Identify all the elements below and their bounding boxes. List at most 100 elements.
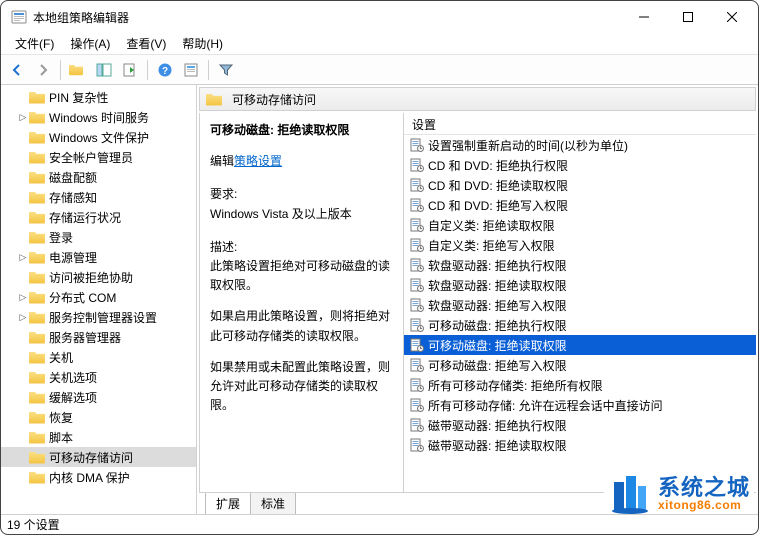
settings-column-header[interactable]: 设置 bbox=[404, 113, 756, 135]
policy-icon bbox=[410, 338, 424, 352]
policy-icon bbox=[410, 178, 424, 192]
description-p3: 如果禁用或未配置此策略设置，则允许对此可移动存储类的读取权限。 bbox=[210, 358, 393, 416]
tree-item[interactable]: 关机 bbox=[1, 347, 196, 367]
policy-item[interactable]: 软盘驱动器: 拒绝执行权限 bbox=[404, 255, 756, 275]
tree-item[interactable]: 磁盘配额 bbox=[1, 167, 196, 187]
expand-icon[interactable]: ▷ bbox=[17, 252, 29, 263]
folder-icon bbox=[29, 211, 45, 224]
tree-item-label: 服务器管理器 bbox=[49, 329, 121, 346]
pane-header-title: 可移动存储访问 bbox=[232, 91, 316, 108]
policy-item[interactable]: 自定义类: 拒绝写入权限 bbox=[404, 235, 756, 255]
policy-icon bbox=[410, 278, 424, 292]
tree-item[interactable]: 服务器管理器 bbox=[1, 327, 196, 347]
policy-label: 设置强制重新启动的时间(以秒为单位) bbox=[428, 137, 628, 154]
close-button[interactable] bbox=[710, 2, 754, 32]
tree-item[interactable]: PIN 复杂性 bbox=[1, 87, 196, 107]
tree-item[interactable]: ▷分布式 COM bbox=[1, 287, 196, 307]
policy-item[interactable]: 所有可移动存储类: 拒绝所有权限 bbox=[404, 375, 756, 395]
policy-item[interactable]: 设置强制重新启动的时间(以秒为单位) bbox=[404, 135, 756, 155]
policy-item[interactable]: 可移动磁盘: 拒绝执行权限 bbox=[404, 315, 756, 335]
tree-item-label: Windows 文件保护 bbox=[49, 129, 149, 146]
tree-item[interactable]: 访问被拒绝协助 bbox=[1, 267, 196, 287]
policy-item[interactable]: CD 和 DVD: 拒绝读取权限 bbox=[404, 175, 756, 195]
settings-list[interactable]: 设置强制重新启动的时间(以秒为单位)CD 和 DVD: 拒绝执行权限CD 和 D… bbox=[404, 135, 756, 492]
folder-icon bbox=[29, 271, 45, 284]
tree-item-label: 内核 DMA 保护 bbox=[49, 469, 130, 486]
tree-item-label: 恢复 bbox=[49, 409, 73, 426]
folder-icon bbox=[29, 371, 45, 384]
policy-icon bbox=[410, 298, 424, 312]
policy-item[interactable]: 自定义类: 拒绝读取权限 bbox=[404, 215, 756, 235]
menu-file[interactable]: 文件(F) bbox=[7, 33, 62, 54]
policy-label: 磁带驱动器: 拒绝执行权限 bbox=[428, 417, 567, 434]
policy-label: 所有可移动存储类: 拒绝所有权限 bbox=[428, 377, 603, 394]
tree-item[interactable]: ▷电源管理 bbox=[1, 247, 196, 267]
back-button[interactable] bbox=[5, 58, 29, 82]
tree-item[interactable]: 关机选项 bbox=[1, 367, 196, 387]
policy-icon bbox=[410, 398, 424, 412]
export-button[interactable] bbox=[118, 58, 142, 82]
policy-item[interactable]: 可移动磁盘: 拒绝读取权限 bbox=[404, 335, 756, 355]
help-button[interactable]: ? bbox=[153, 58, 177, 82]
watermark-text: 系统之城 bbox=[658, 477, 750, 499]
tree-item-label: 安全帐户管理员 bbox=[49, 149, 133, 166]
tree-item[interactable]: 缓解选项 bbox=[1, 387, 196, 407]
forward-button[interactable] bbox=[31, 58, 55, 82]
description-p2: 如果启用此策略设置，则将拒绝对此可移动存储类的读取权限。 bbox=[210, 307, 393, 345]
tree-item[interactable]: ▷Windows 时间服务 bbox=[1, 107, 196, 127]
up-button[interactable] bbox=[66, 58, 90, 82]
show-hide-tree-button[interactable] bbox=[92, 58, 116, 82]
policy-item[interactable]: CD 和 DVD: 拒绝写入权限 bbox=[404, 195, 756, 215]
policy-label: 所有可移动存储: 允许在远程会话中直接访问 bbox=[428, 397, 663, 414]
policy-item[interactable]: 软盘驱动器: 拒绝写入权限 bbox=[404, 295, 756, 315]
tree-item[interactable]: 可移动存储访问 bbox=[1, 447, 196, 467]
status-bar: 19 个设置 bbox=[1, 514, 758, 534]
folder-icon bbox=[29, 191, 45, 204]
policy-item[interactable]: 软盘驱动器: 拒绝读取权限 bbox=[404, 275, 756, 295]
tab-extended[interactable]: 扩展 bbox=[205, 493, 251, 514]
description-pane: 可移动磁盘: 拒绝读取权限 编辑策略设置 要求: Windows Vista 及… bbox=[200, 113, 404, 492]
tree-item[interactable]: 脚本 bbox=[1, 427, 196, 447]
folder-icon bbox=[29, 151, 45, 164]
policy-item[interactable]: CD 和 DVD: 拒绝执行权限 bbox=[404, 155, 756, 175]
policy-icon bbox=[410, 218, 424, 232]
expand-icon[interactable]: ▷ bbox=[17, 112, 29, 123]
filter-button[interactable] bbox=[214, 58, 238, 82]
menu-view[interactable]: 查看(V) bbox=[118, 33, 174, 54]
tree-item-label: 存储运行状况 bbox=[49, 209, 121, 226]
minimize-button[interactable] bbox=[622, 2, 666, 32]
expand-icon[interactable]: ▷ bbox=[17, 292, 29, 303]
policy-title: 可移动磁盘: 拒绝读取权限 bbox=[210, 121, 393, 140]
menu-action[interactable]: 操作(A) bbox=[62, 33, 118, 54]
tree-item[interactable]: 恢复 bbox=[1, 407, 196, 427]
policy-item[interactable]: 磁带驱动器: 拒绝执行权限 bbox=[404, 415, 756, 435]
folder-icon bbox=[29, 291, 45, 304]
expand-icon[interactable]: ▷ bbox=[17, 312, 29, 323]
tree-item[interactable]: ▷服务控制管理器设置 bbox=[1, 307, 196, 327]
tree-item-label: 登录 bbox=[49, 229, 73, 246]
policy-item[interactable]: 可移动磁盘: 拒绝写入权限 bbox=[404, 355, 756, 375]
policy-icon bbox=[410, 238, 424, 252]
tab-standard[interactable]: 标准 bbox=[250, 493, 296, 514]
folder-icon bbox=[29, 231, 45, 244]
tree-item[interactable]: 存储运行状况 bbox=[1, 207, 196, 227]
tree-item[interactable]: 存储感知 bbox=[1, 187, 196, 207]
status-text: 19 个设置 bbox=[7, 516, 60, 533]
tree-item[interactable]: 内核 DMA 保护 bbox=[1, 467, 196, 487]
folder-icon bbox=[29, 311, 45, 324]
tree-item[interactable]: 安全帐户管理员 bbox=[1, 147, 196, 167]
policy-icon bbox=[410, 378, 424, 392]
properties-button[interactable] bbox=[179, 58, 203, 82]
svg-text:?: ? bbox=[162, 66, 168, 77]
menu-help[interactable]: 帮助(H) bbox=[174, 33, 231, 54]
folder-icon bbox=[29, 351, 45, 364]
policy-label: 自定义类: 拒绝写入权限 bbox=[428, 237, 555, 254]
policy-item[interactable]: 所有可移动存储: 允许在远程会话中直接访问 bbox=[404, 395, 756, 415]
window-title: 本地组策略编辑器 bbox=[33, 9, 622, 26]
maximize-button[interactable] bbox=[666, 2, 710, 32]
tree-item[interactable]: Windows 文件保护 bbox=[1, 127, 196, 147]
policy-item[interactable]: 磁带驱动器: 拒绝读取权限 bbox=[404, 435, 756, 455]
tree-item[interactable]: 登录 bbox=[1, 227, 196, 247]
edit-policy-link[interactable]: 策略设置 bbox=[234, 154, 282, 168]
nav-tree[interactable]: PIN 复杂性▷Windows 时间服务 Windows 文件保护安全帐户管理员磁… bbox=[1, 85, 197, 514]
